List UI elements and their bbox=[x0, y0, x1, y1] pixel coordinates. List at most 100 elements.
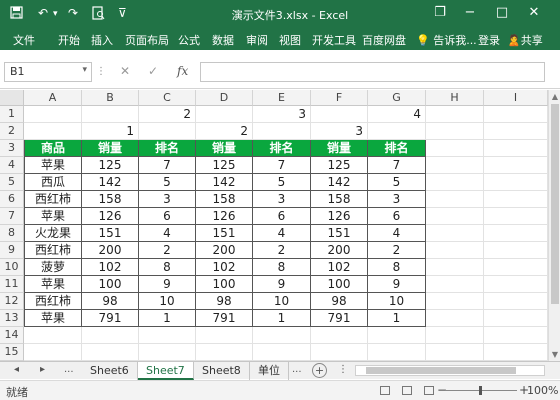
column-header-c[interactable]: C bbox=[139, 90, 196, 106]
cell-empty[interactable] bbox=[426, 174, 484, 191]
table-cell-value[interactable]: 5 bbox=[368, 174, 426, 191]
table-cell-value[interactable]: 2 bbox=[368, 242, 426, 259]
table-cell-value[interactable]: 7 bbox=[139, 157, 196, 174]
cell-empty[interactable] bbox=[139, 344, 196, 361]
row-header-1[interactable]: 1 bbox=[0, 106, 24, 123]
zoom-slider-knob[interactable] bbox=[479, 386, 482, 395]
table-cell-product[interactable]: 火龙果 bbox=[24, 225, 82, 242]
tab-view[interactable]: 视图 bbox=[279, 32, 301, 48]
cell-empty[interactable] bbox=[426, 225, 484, 242]
column-header-h[interactable]: H bbox=[426, 90, 484, 106]
table-cell-value[interactable]: 158 bbox=[82, 191, 139, 208]
table-cell-product[interactable]: 西瓜 bbox=[24, 174, 82, 191]
vertical-scrollbar[interactable]: ▲ ▼ bbox=[548, 90, 560, 361]
table-cell-value[interactable]: 151 bbox=[196, 225, 253, 242]
table-cell-value[interactable]: 125 bbox=[196, 157, 253, 174]
cell-row2-number[interactable]: 1 bbox=[82, 123, 139, 140]
undo-dropdown-icon[interactable]: ▾ bbox=[53, 9, 58, 19]
cell-empty[interactable] bbox=[24, 327, 82, 344]
cell-empty[interactable] bbox=[426, 157, 484, 174]
column-header-i[interactable]: I bbox=[484, 90, 548, 106]
table-cell-value[interactable]: 8 bbox=[139, 259, 196, 276]
cell-empty[interactable] bbox=[484, 123, 548, 140]
row-header-11[interactable]: 11 bbox=[0, 276, 24, 293]
table-cell-value[interactable]: 7 bbox=[253, 157, 311, 174]
table-cell-value[interactable]: 9 bbox=[253, 276, 311, 293]
save-icon[interactable] bbox=[10, 6, 23, 22]
table-cell-product[interactable]: 西红柿 bbox=[24, 191, 82, 208]
next-sheet-icon[interactable]: ▸ bbox=[40, 364, 45, 375]
cell-empty[interactable] bbox=[426, 276, 484, 293]
undo-icon[interactable]: ↶ bbox=[38, 6, 48, 20]
column-header-e[interactable]: E bbox=[253, 90, 311, 106]
cell-empty[interactable] bbox=[484, 242, 548, 259]
table-cell-value[interactable]: 158 bbox=[311, 191, 368, 208]
cell-empty[interactable] bbox=[311, 327, 368, 344]
table-cell-product[interactable]: 苹果 bbox=[24, 157, 82, 174]
table-cell-value[interactable]: 126 bbox=[82, 208, 139, 225]
table-cell-value[interactable]: 5 bbox=[253, 174, 311, 191]
cell-row1-number[interactable]: 4 bbox=[368, 106, 426, 123]
tab-page-layout[interactable]: 页面布局 bbox=[125, 32, 169, 48]
table-cell-value[interactable]: 200 bbox=[82, 242, 139, 259]
tell-me-search[interactable]: 💡 告诉我... bbox=[416, 32, 477, 48]
insert-function-icon[interactable]: fx bbox=[177, 64, 188, 78]
cell-empty[interactable] bbox=[196, 327, 253, 344]
cell-empty[interactable] bbox=[311, 344, 368, 361]
cell-empty[interactable] bbox=[368, 327, 426, 344]
cell-empty[interactable] bbox=[253, 344, 311, 361]
cell-empty[interactable] bbox=[253, 123, 311, 140]
scroll-up-icon[interactable]: ▲ bbox=[549, 92, 560, 101]
cell-empty[interactable] bbox=[426, 293, 484, 310]
tab-sheet8[interactable]: Sheet8 bbox=[194, 362, 250, 380]
row-header-12[interactable]: 12 bbox=[0, 293, 24, 310]
table-cell-value[interactable]: 9 bbox=[139, 276, 196, 293]
table-cell-value[interactable]: 100 bbox=[311, 276, 368, 293]
table-cell-value[interactable]: 6 bbox=[368, 208, 426, 225]
table-cell-value[interactable]: 8 bbox=[368, 259, 426, 276]
cell-empty[interactable] bbox=[426, 259, 484, 276]
cell-empty[interactable] bbox=[426, 310, 484, 327]
cell-empty[interactable] bbox=[484, 174, 548, 191]
table-cell-value[interactable]: 125 bbox=[311, 157, 368, 174]
tab-unit[interactable]: 单位 bbox=[250, 362, 289, 380]
row-header-14[interactable]: 14 bbox=[0, 327, 24, 344]
table-cell-value[interactable]: 158 bbox=[196, 191, 253, 208]
page-break-view-icon[interactable] bbox=[424, 386, 434, 395]
cell-empty[interactable] bbox=[484, 157, 548, 174]
row-header-6[interactable]: 6 bbox=[0, 191, 24, 208]
column-header-b[interactable]: B bbox=[82, 90, 139, 106]
table-cell-value[interactable]: 2 bbox=[139, 242, 196, 259]
column-header-a[interactable]: A bbox=[24, 90, 82, 106]
vertical-scroll-thumb[interactable] bbox=[551, 104, 559, 304]
drag-handle-icon[interactable]: ⋮ bbox=[96, 66, 106, 77]
table-cell-value[interactable]: 200 bbox=[311, 242, 368, 259]
table-cell-value[interactable]: 2 bbox=[253, 242, 311, 259]
tab-formulas[interactable]: 公式 bbox=[178, 32, 200, 48]
table-cell-value[interactable]: 10 bbox=[368, 293, 426, 310]
table-cell-value[interactable]: 102 bbox=[82, 259, 139, 276]
customize-toolbar-icon[interactable]: ⊽ bbox=[118, 6, 127, 20]
table-cell-value[interactable]: 151 bbox=[82, 225, 139, 242]
cell-empty[interactable] bbox=[426, 123, 484, 140]
cell-row1-number[interactable]: 2 bbox=[139, 106, 196, 123]
maximize-button[interactable]: □ bbox=[490, 5, 514, 20]
cell-empty[interactable] bbox=[426, 242, 484, 259]
tab-sheet6[interactable]: Sheet6 bbox=[82, 362, 138, 380]
chevron-down-icon[interactable]: ▾ bbox=[82, 65, 87, 75]
table-header-cell[interactable]: 排名 bbox=[139, 140, 196, 157]
table-cell-product[interactable]: 西红柿 bbox=[24, 242, 82, 259]
table-cell-value[interactable]: 102 bbox=[311, 259, 368, 276]
table-cell-value[interactable]: 1 bbox=[253, 310, 311, 327]
minimize-button[interactable]: − bbox=[458, 5, 482, 20]
table-cell-value[interactable]: 98 bbox=[196, 293, 253, 310]
cell-empty[interactable] bbox=[426, 106, 484, 123]
table-cell-value[interactable]: 151 bbox=[311, 225, 368, 242]
table-cell-value[interactable]: 10 bbox=[139, 293, 196, 310]
column-header-f[interactable]: F bbox=[311, 90, 368, 106]
tab-baidu-netdisk[interactable]: 百度网盘 bbox=[362, 32, 406, 48]
table-cell-value[interactable]: 9 bbox=[368, 276, 426, 293]
table-cell-value[interactable]: 6 bbox=[253, 208, 311, 225]
table-cell-value[interactable]: 4 bbox=[139, 225, 196, 242]
select-all-corner[interactable] bbox=[0, 90, 24, 106]
